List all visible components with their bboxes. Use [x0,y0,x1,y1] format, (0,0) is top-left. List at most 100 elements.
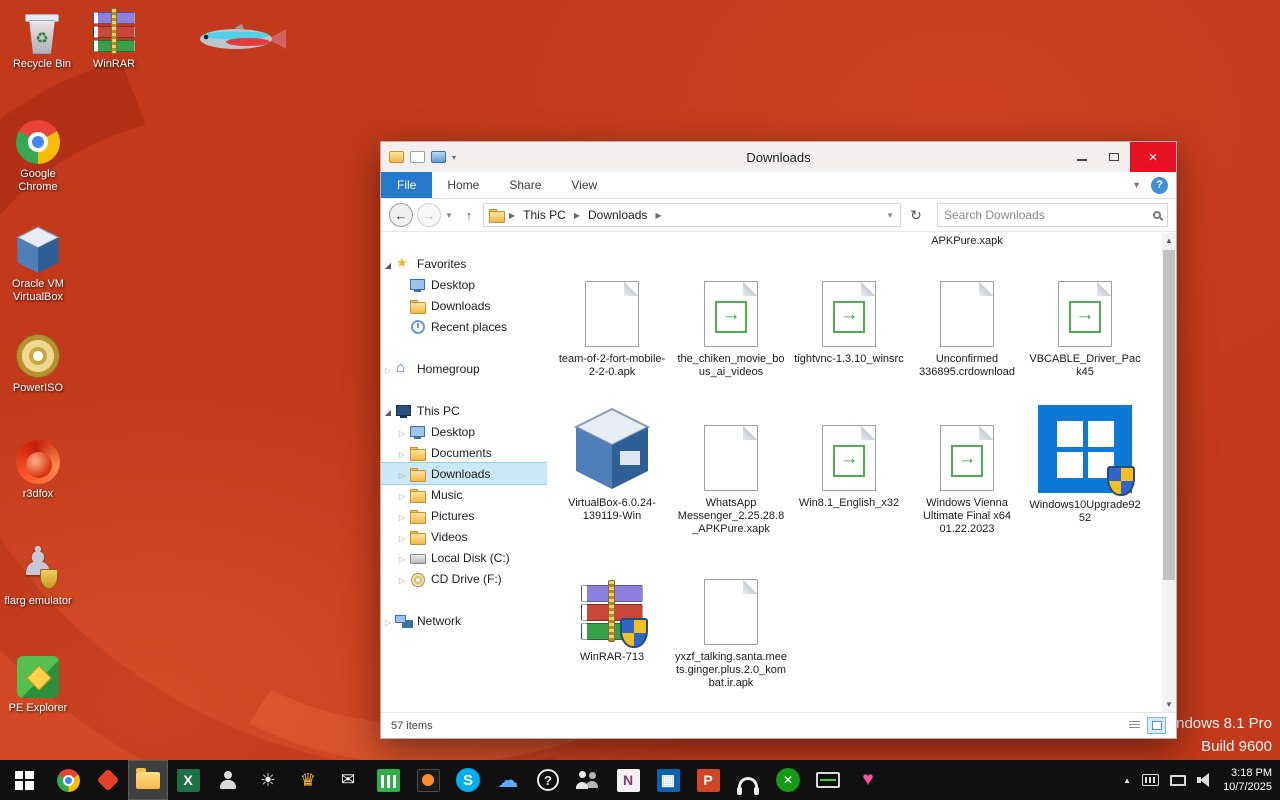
breadcrumb-downloads[interactable]: Downloads [584,208,651,222]
file-item[interactable]: Windows Vienna Ultimate Final x64 01.22.… [911,405,1023,536]
search-icon[interactable] [1153,211,1161,219]
breadcrumb-arrow-icon[interactable]: ▶ [509,211,515,220]
twisty-collapsed-icon[interactable] [395,530,409,544]
help-icon[interactable]: ? [1151,176,1168,194]
taskbar-cloud-app[interactable]: ☁ [488,760,528,800]
minimize-button[interactable] [1066,142,1098,172]
file-item[interactable]: WhatsApp Messenger_2.25.28.8_APKPure.xap… [675,405,787,536]
sidebar-item-recent-places[interactable]: Recent places [381,316,547,337]
taskbar-calculator[interactable]: ▦ [648,760,688,800]
scroll-up-arrow-icon[interactable]: ▲ [1162,233,1176,248]
twisty-collapsed-icon[interactable] [395,509,409,523]
volume-icon[interactable] [1197,773,1212,787]
properties-icon[interactable] [431,151,446,163]
desktop-icon-poweriso[interactable]: PowerISO [2,332,74,395]
twisty-collapsed-icon[interactable] [381,362,395,376]
sidebar-item-this-pc[interactable]: This PC [381,400,547,421]
touch-keyboard-icon[interactable] [1142,774,1160,786]
taskbar-settings-app[interactable]: ☀ [248,760,288,800]
file-item[interactable]: Win8.1_English_x32 [793,405,905,510]
sidebar-item-music[interactable]: Music [381,484,547,505]
taskbar-monitor-app[interactable] [808,760,848,800]
up-button[interactable]: ↑ [459,208,479,223]
tab-home[interactable]: Home [432,172,494,198]
twisty-collapsed-icon[interactable] [395,446,409,460]
taskbar-red-app[interactable] [88,760,128,800]
scrollbar-thumb[interactable] [1163,250,1175,580]
file-item[interactable]: Windows10Upgrade9252 [1029,405,1141,525]
file-item[interactable]: WinRAR-713 [556,559,668,664]
taskbar-user-app[interactable] [208,760,248,800]
forward-button[interactable]: → [417,203,441,227]
sidebar-item-downloads-selected[interactable]: Downloads [381,462,547,485]
twisty-expanded-icon[interactable] [381,257,395,271]
close-button[interactable]: × [1130,142,1176,172]
sidebar-item-documents[interactable]: Documents [381,442,547,463]
taskbar-people-app[interactable] [568,760,608,800]
taskbar-chrome[interactable] [48,760,88,800]
twisty-collapsed-icon[interactable] [395,551,409,565]
taskbar-skype[interactable]: S [448,760,488,800]
desktop-icon-pe-explorer[interactable]: PE Explorer [2,652,74,715]
file-item[interactable]: VBCABLE_Driver_Pack45 [1029,261,1141,379]
sidebar-item-downloads[interactable]: Downloads [381,295,547,316]
file-item[interactable]: team-of-2-fort-mobile-2-2-0.apk [556,261,668,379]
start-button[interactable] [0,760,48,800]
partial-file-label[interactable]: APKPure.xapk [911,235,1023,247]
folder-icon[interactable] [389,151,404,163]
twisty-collapsed-icon[interactable] [381,614,395,628]
taskbar-mail[interactable]: ✉ [328,760,368,800]
tab-share[interactable]: Share [494,172,556,198]
sidebar-item-network[interactable]: Network [381,610,547,631]
file-item[interactable]: Unconfirmed 336895.crdownload [911,261,1023,379]
taskbar-xbox[interactable]: ✕ [768,760,808,800]
twisty-collapsed-icon[interactable] [395,572,409,586]
vertical-scrollbar[interactable]: ▲ ▼ [1162,233,1176,712]
taskbar-file-explorer[interactable] [128,760,168,800]
fish-image[interactable] [196,22,288,56]
sidebar-item-favorites[interactable]: Favorites [381,253,547,274]
maximize-button[interactable] [1098,142,1130,172]
expand-ribbon-caret-icon[interactable]: ▼ [1132,180,1141,190]
file-item[interactable]: yxzf_talking.santa.meets.ginger.plus.2.0… [675,559,787,690]
breadcrumb-this-pc[interactable]: This PC [519,208,570,222]
taskbar-photos-app[interactable] [408,760,448,800]
file-item[interactable]: tightvnc-1.3.10_winsrc [793,261,905,366]
thumbnail-view-button[interactable] [1147,717,1166,734]
taskbar-excel[interactable]: X [168,760,208,800]
desktop-icon-recycle-bin[interactable]: Recycle Bin [6,8,78,71]
desktop-icon-r3dfox[interactable]: r3dfox [2,438,74,501]
taskbar-headset-app[interactable] [728,760,768,800]
sidebar-item-local-disk-c[interactable]: Local Disk (C:) [381,547,547,568]
desktop-icon-flarg-emulator[interactable]: flarg emulator [2,539,74,608]
details-view-button[interactable] [1125,717,1144,734]
taskbar-chart-app[interactable] [368,760,408,800]
sidebar-item-videos[interactable]: Videos [381,526,547,547]
scroll-down-arrow-icon[interactable]: ▼ [1162,697,1176,712]
breadcrumb-arrow-icon[interactable]: ▶ [655,211,661,220]
sidebar-item-pictures[interactable]: Pictures [381,505,547,526]
desktop-icon-winrar[interactable]: WinRAR [78,8,150,71]
taskbar-help-app[interactable]: ? [528,760,568,800]
taskbar-powerpoint[interactable]: P [688,760,728,800]
tab-file[interactable]: File [381,172,433,198]
clock[interactable]: 3:18 PM 10/7/2025 [1223,766,1272,794]
search-input[interactable] [944,208,1153,222]
taskbar-health-app[interactable]: ♥ [848,760,888,800]
network-icon[interactable] [1170,774,1187,786]
back-button[interactable]: ← [389,203,413,227]
file-item[interactable]: VirtualBox-6.0.24-139119-Win [556,405,668,523]
sidebar-item-desktop[interactable]: Desktop [381,421,547,442]
file-item[interactable]: the_chiken_movie_bous_ai_videos [675,261,787,379]
tab-view[interactable]: View [556,172,612,198]
new-folder-icon[interactable] [410,151,425,163]
sidebar-item-cd-drive-f[interactable]: CD Drive (F:) [381,568,547,589]
address-bar[interactable]: ▶ This PC ▶ Downloads ▶ ▼ [483,203,901,227]
show-hidden-icons-caret-icon[interactable]: ▲ [1123,776,1131,785]
desktop-icon-google-chrome[interactable]: Google Chrome [2,118,74,194]
desktop-icon-virtualbox[interactable]: Oracle VM VirtualBox [2,226,74,304]
refresh-icon[interactable]: ↻ [905,207,927,224]
search-box[interactable] [937,203,1168,227]
twisty-collapsed-icon[interactable] [395,425,409,439]
sidebar-item-homegroup[interactable]: Homegroup [381,358,547,379]
